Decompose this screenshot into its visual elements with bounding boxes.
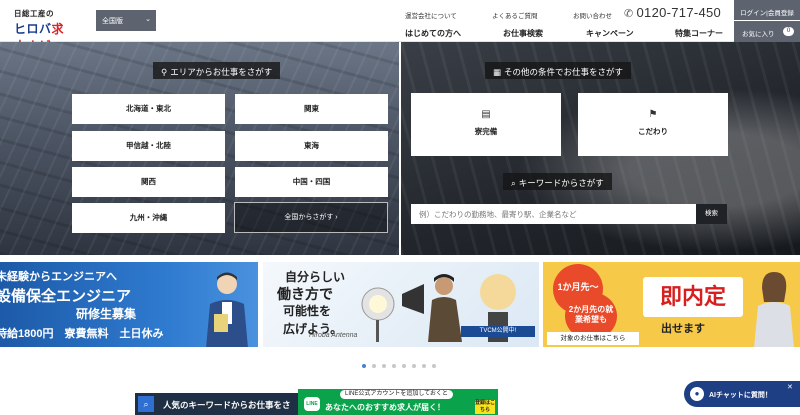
banner-engineer-line3: 研修生募集 bbox=[76, 307, 137, 321]
line-promo-banner[interactable]: LINE公式アカウントを追加しておくと LINE あなたへのおすすめ求人が届く！… bbox=[298, 389, 498, 415]
map-pin-icon: ⚲ bbox=[161, 67, 168, 77]
carousel-dot[interactable] bbox=[362, 364, 366, 368]
nav-features[interactable]: 特集コーナー bbox=[675, 28, 723, 39]
nav-job-search[interactable]: お仕事検索 bbox=[503, 28, 543, 39]
engineer-illustration bbox=[206, 272, 248, 347]
keyword-search-title: ⌕ キーワードからさがす bbox=[503, 173, 612, 190]
search-icon: ⌕ bbox=[511, 178, 516, 188]
banner-offer-subline: 出せます bbox=[661, 323, 705, 335]
building-icon: ▤ bbox=[481, 109, 491, 120]
area-button-tokai[interactable]: 東海 bbox=[235, 131, 388, 161]
line-promo-caption: LINE公式アカウントを追加しておくと bbox=[340, 390, 453, 399]
banner-engineer-line2: 設備保全エンジニア bbox=[0, 288, 132, 305]
favorites-count-badge: 0 bbox=[783, 27, 794, 36]
banner-instant-offer[interactable]: 1か月先〜 2か月先の就業希望も 即内定 出せます 対象のお仕事はこちら bbox=[543, 262, 800, 347]
condition-label-kodawari: こだわり bbox=[638, 127, 668, 136]
area-button-kyushu-okinawa[interactable]: 九州・沖縄 bbox=[72, 203, 225, 233]
line-promo-headline: あなたへのおすすめ求人が届く！ bbox=[325, 403, 445, 412]
chevron-down-icon: ⌄ bbox=[145, 16, 151, 23]
banner-engineer-line4: 時給1800円 寮費無料 土日休み bbox=[0, 328, 164, 340]
banner-offer-headline: 即内定 bbox=[643, 277, 743, 317]
banner-tvcm-line1: 自分らしい bbox=[285, 270, 346, 284]
tvcm-badge: TVCM公開中! bbox=[461, 326, 535, 337]
link-contact[interactable]: お問い合わせ bbox=[573, 10, 612, 20]
banner-tvcm-line3: 可能性を bbox=[283, 304, 332, 318]
area-search-panel: ⚲ エリアからお仕事をさがす 北海道・東北 関東 甲信越・北陸 東海 関西 中国・… bbox=[0, 42, 399, 255]
area-search-title-text: エリアからお仕事をさがす bbox=[170, 67, 273, 77]
page: 日総工産の ヒロバ求人ナビ 全国版 ⌄ 運営会社について よくあるご質問 お問い… bbox=[0, 0, 800, 415]
chat-bot-icon: ● bbox=[690, 387, 704, 401]
popular-keywords-label: 人気のキーワードからお仕事をさ bbox=[163, 400, 291, 410]
phone-icon: ✆ bbox=[624, 8, 634, 20]
nav-beginners[interactable]: はじめての方へ bbox=[405, 28, 461, 39]
ai-chat-label: AIチャットに質問！ bbox=[709, 392, 772, 399]
condition-label-dormitory: 寮完備 bbox=[474, 127, 498, 136]
carousel-dot[interactable] bbox=[372, 364, 376, 368]
area-button-hokkaido-tohoku[interactable]: 北海道・東北 bbox=[72, 94, 225, 124]
login-register-button[interactable]: ログイン|会員登録 bbox=[734, 0, 800, 21]
carousel-dot[interactable] bbox=[422, 364, 426, 368]
phone-number-text: 0120-717-450 bbox=[636, 5, 722, 20]
close-icon[interactable]: ✕ bbox=[787, 383, 793, 391]
logo-tagline: 日総工産の bbox=[14, 9, 54, 18]
condition-search-title: ▦ その他の条件でお仕事をさがす bbox=[485, 62, 632, 79]
logo-wordmark-a: ヒロバ bbox=[14, 22, 52, 36]
phone-number[interactable]: ✆ 0120-717-450 bbox=[624, 5, 721, 20]
area-button-nationwide[interactable]: 全国からさがす › bbox=[234, 202, 388, 233]
banner-engineer-line1: 未経験からエンジニアへ bbox=[0, 271, 117, 283]
site-header: 日総工産の ヒロバ求人ナビ 全国版 ⌄ 運営会社について よくあるご質問 お問い… bbox=[0, 0, 800, 53]
site-logo[interactable]: 日総工産の ヒロバ求人ナビ bbox=[14, 8, 76, 53]
link-faq[interactable]: よくあるご質問 bbox=[492, 10, 538, 20]
keyword-search-input[interactable] bbox=[411, 204, 696, 224]
carousel-dot[interactable] bbox=[432, 364, 436, 368]
condition-button-kodawari[interactable]: ⚑ こだわり bbox=[578, 93, 728, 156]
area-button-kansai[interactable]: 関西 bbox=[72, 167, 225, 197]
region-select[interactable]: 全国版 ⌄ bbox=[96, 10, 156, 31]
favorites-label: お気に入り bbox=[742, 31, 775, 38]
list-icon: ▦ bbox=[493, 67, 502, 77]
carousel-dot[interactable] bbox=[392, 364, 396, 368]
line-logo-icon: LINE bbox=[304, 397, 320, 411]
woman-illustration bbox=[754, 272, 794, 347]
area-search-title: ⚲ エリアからお仕事をさがす bbox=[153, 62, 281, 79]
flag-icon: ⚑ bbox=[648, 109, 658, 120]
keyword-search-button[interactable]: 検索 bbox=[696, 204, 727, 224]
area-button-koshinetsu-hokuriku[interactable]: 甲信越・北陸 bbox=[72, 131, 225, 161]
banner-offer-cta: 対象のお仕事はこちら bbox=[547, 332, 639, 345]
hero-search: ⚲ エリアからお仕事をさがす 北海道・東北 関東 甲信越・北陸 東海 関西 中国・… bbox=[0, 42, 800, 255]
nav-campaign[interactable]: キャンペーン bbox=[586, 28, 634, 39]
keyword-search-title-text: キーワードからさがす bbox=[518, 178, 604, 188]
area-button-kanto[interactable]: 関東 bbox=[235, 94, 388, 124]
carousel-dot[interactable] bbox=[382, 364, 386, 368]
condition-search-title-text: その他の条件でお仕事をさがす bbox=[504, 67, 624, 77]
banner-tvcm-line2: 働き方で bbox=[277, 286, 333, 302]
banner-tvcm[interactable]: 自分らしい 働き方で 可能性を 広げよう。 Hiroba Antenna TVC… bbox=[263, 262, 539, 347]
link-company[interactable]: 運営会社について bbox=[405, 10, 457, 20]
ai-chat-button[interactable]: ● AIチャットに質問！ ✕ bbox=[684, 381, 800, 407]
line-register-badge: 登録はこちら bbox=[475, 400, 496, 414]
banner-engineer[interactable]: 未経験からエンジニアへ 設備保全エンジニア 研修生募集 時給1800円 寮費無料… bbox=[0, 262, 258, 347]
banner-carousel: 未経験からエンジニアへ 設備保全エンジニア 研修生募集 時給1800円 寮費無料… bbox=[0, 262, 800, 347]
favorites-button[interactable]: お気に入り 0 bbox=[734, 21, 800, 42]
region-select-label: 全国版 bbox=[102, 18, 123, 25]
carousel-dot[interactable] bbox=[412, 364, 416, 368]
condition-button-dormitory[interactable]: ▤ 寮完備 bbox=[411, 93, 561, 156]
carousel-dot[interactable] bbox=[402, 364, 406, 368]
area-button-chugoku-shikoku[interactable]: 中国・四国 bbox=[235, 167, 388, 197]
search-icon: ⌕ bbox=[138, 396, 154, 412]
banner-tvcm-signature: Hiroba Antenna bbox=[309, 332, 358, 339]
